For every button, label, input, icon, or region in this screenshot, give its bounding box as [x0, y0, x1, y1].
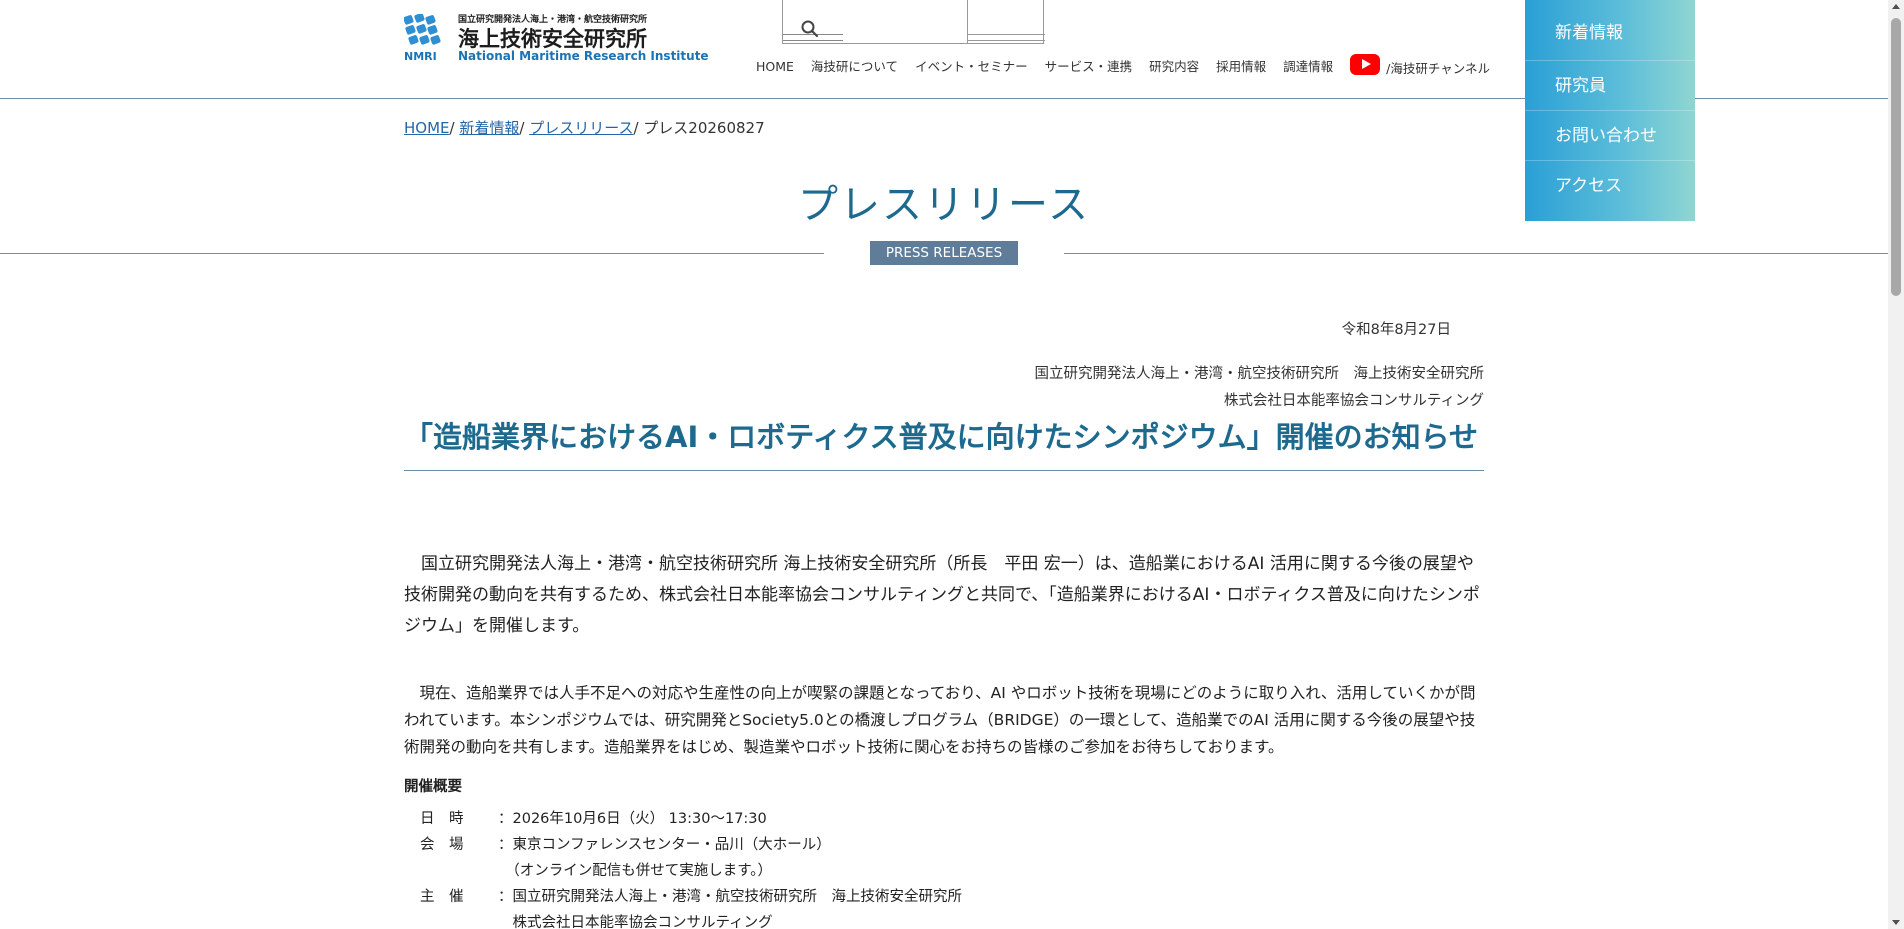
summary-value: 株式会社日本能率協会コンサルティング: [498, 915, 773, 929]
page-subtitle-badge: PRESS RELEASES: [870, 241, 1018, 265]
scroll-down-arrow-icon[interactable]: [1892, 920, 1900, 925]
youtube-channel-label: /海技研チャンネル: [1386, 61, 1490, 76]
summary-row: 日 時 ：2026年10月6日（火） 13:30～17:30: [420, 806, 962, 832]
youtube-icon: [1350, 54, 1381, 75]
breadcrumb-separator: /: [519, 119, 530, 137]
event-summary: 日 時 ：2026年10月6日（火） 13:30～17:30 会 場 ：東京コンファ…: [420, 806, 962, 929]
summary-key: 主 催: [420, 889, 464, 905]
summary-value: ：2026年10月6日（火） 13:30～17:30: [498, 811, 767, 827]
article-body-paragraph: 現在、造船業界では人手不足への対応や生産性の向上が喫緊の課題となっており、AI …: [404, 684, 1476, 756]
site-logo[interactable]: NMRI 国立研究開発法人海上・港湾・航空技術研究所 海上技術安全研究所 Nat…: [404, 12, 709, 64]
logo-abbr: NMRI: [404, 50, 437, 63]
summary-key: [420, 858, 498, 884]
summary-heading: 開催概要: [404, 779, 462, 795]
nav-about[interactable]: 海技研について: [811, 58, 898, 77]
summary-row: 主 催 ：国立研究開発法人海上・港湾・航空技術研究所 海上技術安全研究所: [420, 884, 962, 910]
page-title: プレスリリース: [798, 182, 1090, 228]
summary-row: （オンライン配信も併せて実施します。）: [420, 858, 962, 884]
search-box[interactable]: [782, 0, 1045, 44]
breadcrumb-news[interactable]: 新着情報: [459, 119, 519, 137]
nav-youtube-channel[interactable]: /海技研チャンネル: [1350, 54, 1490, 77]
summary-row: 株式会社日本能率協会コンサルティング: [420, 910, 962, 929]
issuing-org-1: 国立研究開発法人海上・港湾・航空技術研究所 海上技術安全研究所: [1034, 366, 1485, 382]
vertical-scrollbar[interactable]: [1888, 0, 1904, 929]
summary-value: （オンライン配信も併せて実施します。）: [498, 863, 773, 879]
search-line: [967, 40, 1045, 41]
nmri-logo-icon: [404, 14, 441, 45]
side-menu-news[interactable]: 新着情報: [1525, 0, 1695, 61]
summary-row: 会 場 ：東京コンファレンスセンター・品川（大ホール）: [420, 832, 962, 858]
breadcrumb-separator: /: [633, 119, 644, 137]
breadcrumb-home[interactable]: HOME: [404, 119, 450, 137]
nav-procurement[interactable]: 調達情報: [1283, 58, 1333, 77]
breadcrumb: HOME/ 新着情報/ プレスリリース/ プレス20260827: [404, 117, 765, 138]
search-line: [967, 34, 1045, 35]
global-nav: HOME 海技研について イベント・セミナー サービス・連携 研究内容 採用情報…: [756, 54, 1490, 77]
search-divider: [967, 0, 968, 44]
article-lead-paragraph: 国立研究開発法人海上・港湾・航空技術研究所 海上技術安全研究所（所長 平田 宏一…: [404, 554, 1480, 636]
nav-services[interactable]: サービス・連携: [1045, 58, 1133, 77]
nav-recruit[interactable]: 採用情報: [1216, 58, 1266, 77]
release-date: 令和8年8月27日: [1341, 322, 1451, 338]
summary-key: 日 時: [420, 811, 464, 827]
issuing-org-2: 株式会社日本能率協会コンサルティング: [1223, 393, 1484, 409]
side-menu-contact[interactable]: お問い合わせ: [1525, 111, 1695, 161]
scroll-thumb[interactable]: [1891, 18, 1901, 296]
search-line: [783, 40, 843, 41]
summary-value: ：国立研究開発法人海上・港湾・航空技術研究所 海上技術安全研究所: [498, 889, 962, 905]
summary-key: [420, 910, 498, 929]
breadcrumb-current: プレス20260827: [643, 119, 765, 137]
scroll-up-arrow-icon[interactable]: [1892, 4, 1900, 9]
summary-key: 会 場: [420, 837, 464, 853]
breadcrumb-press[interactable]: プレスリリース: [529, 119, 633, 137]
summary-value: ：東京コンファレンスセンター・品川（大ホール）: [498, 837, 831, 853]
search-icon[interactable]: [799, 18, 821, 40]
article-title: 「造船業界におけるAI・ロボティクス普及に向けたシンポジウム」開催のお知らせ: [404, 412, 1484, 471]
nav-research[interactable]: 研究内容: [1149, 58, 1199, 77]
logo-english: National Maritime Research Institute: [458, 49, 709, 63]
nav-home[interactable]: HOME: [756, 58, 794, 77]
nav-events[interactable]: イベント・セミナー: [915, 58, 1028, 77]
side-menu-researchers[interactable]: 研究員: [1525, 61, 1695, 111]
breadcrumb-separator: /: [449, 119, 460, 137]
